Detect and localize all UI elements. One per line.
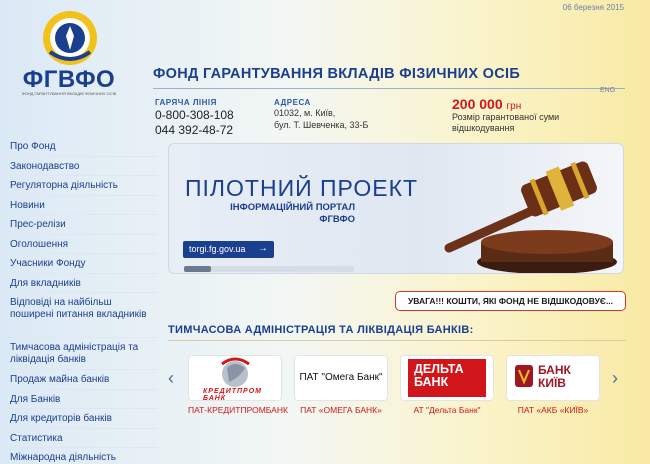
chevron-left-icon[interactable]: ‹ — [168, 368, 174, 389]
banner-subtitle-line: ІНФОРМАЦІЙНИЙ ПОРТАЛ — [230, 202, 355, 213]
bank-caption[interactable]: ПАТ-КРЕДИТПРОМБАНК — [188, 405, 288, 415]
sidebar-nav: Про Фонд Законодавство Регуляторна діяль… — [0, 137, 158, 464]
sidebar-item-legislation[interactable]: Законодавство — [0, 157, 158, 176]
address-line: бул. Т. Шевченка, 33-Б — [274, 120, 369, 130]
sidebar-item-administration[interactable]: Тимчасова адміністрація та ліквідація ба… — [0, 338, 158, 370]
guarantee-currency: грн — [506, 101, 522, 112]
logo-subtext: ФОНД ГАРАНТУВАННЯ ВКЛАДІВ ФІЗИЧНИХ ОСІБ — [21, 91, 117, 96]
gavel-icon — [444, 161, 617, 273]
address-block: АДРЕСА 01032, м. Київ, бул. Т. Шевченка,… — [274, 98, 368, 131]
section-divider — [168, 340, 626, 341]
bank-logo-text: БАНК — [414, 375, 449, 389]
sidebar-item-members[interactable]: Учасники Фонду — [0, 254, 158, 274]
sidebar-item-regulatory[interactable]: Регуляторна діяльність — [0, 176, 158, 196]
slider-progress[interactable] — [184, 266, 212, 272]
sidebar-item-international[interactable]: Міжнародна діяльність — [0, 448, 158, 464]
portal-link-label: torgi.fg.gov.ua — [189, 244, 246, 254]
guarantee-block: 200 000 грн Розмір гарантованої суми від… — [452, 96, 559, 134]
guarantee-desc: Розмір гарантованої суми — [452, 112, 560, 122]
portal-link-button[interactable]: torgi.fg.gov.ua → — [183, 241, 274, 258]
hotline-label: ГАРЯЧА ЛІНІЯ — [155, 98, 217, 107]
bank-logo-text: КРЕДИТПРОМ БАНК — [203, 388, 262, 401]
bank-card[interactable]: ПАТ "Омега Банк" ПАТ «ОМЕГА БАНК» — [294, 355, 388, 415]
bank-caption[interactable]: ПАТ «АКБ «КИЇВ» — [506, 405, 600, 415]
logo-emblem-icon — [43, 11, 97, 65]
bank-caption[interactable]: ПАТ «ОМЕГА БАНК» — [294, 405, 388, 415]
banks-section-title: ТИМЧАСОВА АДМІНІСТРАЦІЯ ТА ЛІКВІДАЦІЯ БА… — [168, 324, 474, 336]
sidebar-item-press-releases[interactable]: Прес-релізи — [0, 215, 158, 235]
hotline-phone: 0-800-308-108 — [155, 108, 234, 122]
sidebar-item-asset-sales[interactable]: Продаж майна банків — [0, 370, 158, 390]
logo[interactable]: ФГВФО ФОНД ГАРАНТУВАННЯ ВКЛАДІВ ФІЗИЧНИХ… — [14, 8, 124, 96]
address-line: 01032, м. Київ, — [274, 108, 336, 118]
banner-subtitle: ІНФОРМАЦІЙНИЙ ПОРТАЛ ФГВФО — [185, 202, 355, 226]
delta-logo: ДЕЛЬТА БАНК — [408, 359, 486, 397]
arrow-right-icon: → — [258, 243, 268, 254]
sidebar-item-statistics[interactable]: Статистика — [0, 429, 158, 448]
banner-title: ПІЛОТНИЙ ПРОЕКТ — [185, 175, 419, 201]
bank-caption[interactable]: АТ "Дельта Банк" — [400, 405, 494, 415]
promo-banner[interactable]: ПІЛОТНИЙ ПРОЕКТ ІНФОРМАЦІЙНИЙ ПОРТАЛ ФГВ… — [168, 143, 624, 274]
bank-card[interactable]: ДЕЛЬТА БАНК АТ "Дельта Банк" — [400, 355, 494, 415]
kyiv-logo-text: БАНК КИЇВ — [538, 364, 571, 390]
bank-logo-box: БАНК КИЇВ — [506, 355, 600, 401]
banner-slider[interactable] — [184, 266, 354, 272]
lang-switch-link[interactable]: ENG — [600, 87, 615, 94]
guarantee-amount: 200 000 грн — [452, 96, 559, 112]
header-divider — [153, 88, 625, 89]
alert-link[interactable]: УВАГА!!! КОШТИ, ЯКІ ФОНД НЕ ВІДШКОДОВУЄ.… — [395, 291, 626, 311]
sidebar-item-creditors[interactable]: Для кредиторів банків — [0, 409, 158, 429]
sidebar-item-for-banks[interactable]: Для Банків — [0, 390, 158, 409]
logo-text: ФГВФО — [22, 66, 116, 93]
sidebar-item-faq[interactable]: Відповіді на найбільш поширені питання в… — [0, 293, 158, 338]
sidebar-item-about[interactable]: Про Фонд — [0, 137, 158, 157]
banner-subtitle-line: ФГВФО — [319, 214, 355, 225]
bank-logo-text: ПАТ "Омега Банк" — [299, 372, 383, 383]
date: 06 березня 2015 — [562, 3, 624, 12]
bank-logo-box: ПАТ "Омега Банк" — [294, 355, 388, 401]
bank-card[interactable]: БАНК КИЇВ ПАТ «АКБ «КИЇВ» — [506, 355, 600, 415]
bank-logo-box: КРЕДИТПРОМ БАНК — [188, 355, 282, 401]
sidebar-item-depositors[interactable]: Для вкладників — [0, 274, 158, 293]
guarantee-desc: відшкодування — [452, 123, 515, 133]
hotline-block: ГАРЯЧА ЛІНІЯ 0-800-308-108 044 392-48-72 — [155, 98, 234, 137]
sidebar-item-news[interactable]: Новини — [0, 196, 158, 215]
bank-card[interactable]: КРЕДИТПРОМ БАНК ПАТ-КРЕДИТПРОМБАНК — [188, 355, 288, 415]
bank-logo-box: ДЕЛЬТА БАНК — [400, 355, 494, 401]
bank-logo-text: КИЇВ — [538, 376, 566, 390]
address-label: АДРЕСА — [274, 98, 311, 107]
guarantee-amount-value: 200 000 — [452, 96, 503, 112]
sidebar-item-announcements[interactable]: Оголошення — [0, 235, 158, 254]
hotline-phone: 044 392-48-72 — [155, 123, 234, 137]
site-title: ФОНД ГАРАНТУВАННЯ ВКЛАДІВ ФІЗИЧНИХ ОСІБ — [153, 66, 521, 82]
chevron-right-icon[interactable]: › — [612, 368, 618, 389]
